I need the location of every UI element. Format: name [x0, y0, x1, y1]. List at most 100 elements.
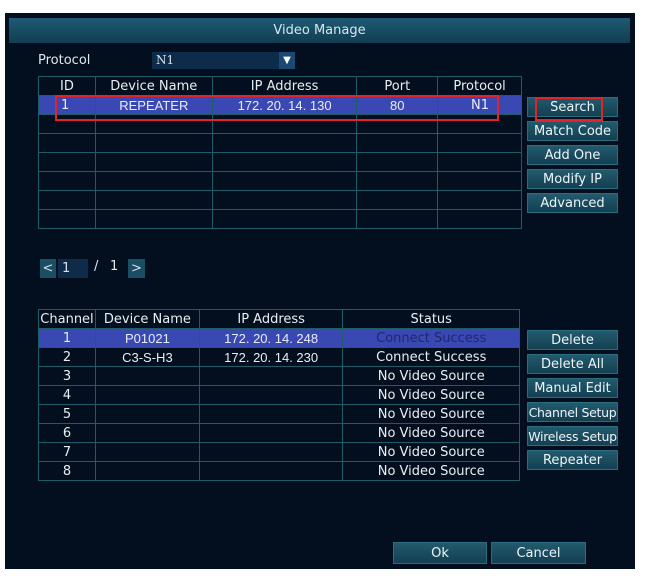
table-cell — [94, 423, 200, 443]
column-header: Channel — [38, 309, 96, 329]
ok-button[interactable]: Ok — [393, 542, 487, 564]
table-cell: 172. 20. 14. 248 — [198, 328, 344, 348]
table-cell — [437, 209, 522, 229]
channel-setup-button[interactable]: Channel Setup — [527, 402, 618, 422]
next-page-button[interactable]: > — [128, 259, 145, 278]
channel-row[interactable]: 5 No Video Source — [38, 404, 520, 424]
channel-row[interactable]: 8 No Video Source — [38, 461, 520, 481]
table-cell — [198, 404, 344, 424]
channel-row[interactable]: 7 No Video Source — [38, 442, 520, 462]
table-cell: C3-S-H3 — [94, 347, 200, 367]
column-header: Status — [342, 309, 520, 329]
table-cell — [198, 423, 344, 443]
table-cell: No Video Source — [342, 442, 520, 462]
advanced-button[interactable]: Advanced — [527, 193, 618, 213]
table-cell — [38, 152, 96, 172]
table-cell — [94, 366, 200, 386]
protocol-label: Protocol — [38, 53, 91, 68]
page-separator: / — [94, 259, 99, 274]
delete-button[interactable]: Delete — [527, 330, 618, 350]
repeater-button[interactable]: Repeater — [527, 450, 618, 470]
table-cell — [198, 366, 344, 386]
table-cell: 8 — [38, 461, 96, 481]
table-cell — [211, 133, 358, 153]
page-input[interactable]: 1 — [58, 259, 88, 278]
manual-edit-button[interactable]: Manual Edit — [527, 378, 618, 398]
column-header: IP Address — [198, 309, 344, 329]
table-cell — [198, 385, 344, 405]
table-cell — [38, 209, 96, 229]
table-cell: 4 — [38, 385, 96, 405]
table-row — [38, 190, 522, 210]
table-cell — [94, 209, 213, 229]
column-header: Device Name — [94, 309, 200, 329]
table-cell — [198, 442, 344, 462]
page-total: 1 — [110, 259, 119, 274]
match-code-button[interactable]: Match Code — [527, 121, 618, 141]
table-cell — [94, 404, 200, 424]
channel-row[interactable]: 3 No Video Source — [38, 366, 520, 386]
cancel-button[interactable]: Cancel — [491, 542, 586, 564]
table-cell: Connect Success — [342, 347, 520, 367]
table-cell — [211, 152, 358, 172]
table-row — [38, 152, 522, 172]
table-cell: No Video Source — [342, 461, 520, 481]
table-cell — [356, 133, 439, 153]
channel-row[interactable]: 1 P01021 172. 20. 14. 248 Connect Success — [38, 328, 520, 348]
table-cell: No Video Source — [342, 423, 520, 443]
channel-row[interactable]: 2 C3-S-H3 172. 20. 14. 230 Connect Success — [38, 347, 520, 367]
table-cell: No Video Source — [342, 404, 520, 424]
table-cell — [94, 385, 200, 405]
table-cell: 7 — [38, 442, 96, 462]
table-cell — [211, 209, 358, 229]
table-cell: No Video Source — [342, 385, 520, 405]
table-cell: 6 — [38, 423, 96, 443]
table-cell — [211, 171, 358, 191]
table-cell — [38, 171, 96, 191]
channel-table: Channel Device Name IP Address Status 1 P0102… — [38, 309, 520, 481]
delete-all-button[interactable]: Delete All — [527, 354, 618, 374]
table-cell — [94, 133, 213, 153]
table-cell — [38, 133, 96, 153]
table-cell — [94, 461, 200, 481]
table-row — [38, 171, 522, 191]
protocol-dropdown[interactable]: N1 ▼ — [152, 52, 295, 69]
table-cell — [356, 152, 439, 172]
table-cell — [94, 171, 213, 191]
column-header: Protocol — [437, 76, 522, 96]
table-row — [38, 209, 522, 229]
table-cell — [94, 190, 213, 210]
table-cell — [356, 190, 439, 210]
chevron-down-icon: ▼ — [279, 52, 295, 69]
table-cell — [437, 152, 522, 172]
prev-page-button[interactable]: < — [40, 259, 56, 278]
table-cell — [437, 190, 522, 210]
table-cell — [211, 190, 358, 210]
table-cell: 3 — [38, 366, 96, 386]
table-cell: 2 — [38, 347, 96, 367]
table-cell: P01021 — [94, 328, 200, 348]
table-cell: Connect Success — [342, 328, 520, 348]
add-one-button[interactable]: Add One — [527, 145, 618, 165]
dialog-title: Video Manage — [9, 18, 630, 43]
highlight-annotation — [55, 95, 499, 121]
channel-row[interactable]: 6 No Video Source — [38, 423, 520, 443]
column-header: Device Name — [94, 76, 213, 96]
table-row — [38, 133, 522, 153]
search-annotation — [535, 97, 603, 121]
channel-row[interactable]: 4 No Video Source — [38, 385, 520, 405]
table-cell — [38, 190, 96, 210]
table-cell — [356, 209, 439, 229]
table-cell — [198, 461, 344, 481]
table-cell — [437, 171, 522, 191]
column-header: ID — [38, 76, 96, 96]
table-cell — [94, 442, 200, 462]
table-cell: 5 — [38, 404, 96, 424]
modify-ip-button[interactable]: Modify IP — [527, 169, 618, 189]
table-cell: 1 — [38, 328, 96, 348]
wireless-setup-button[interactable]: Wireless Setup — [527, 426, 618, 446]
column-header: IP Address — [211, 76, 358, 96]
protocol-value: N1 — [156, 53, 175, 67]
table-cell — [94, 152, 213, 172]
table-cell — [437, 133, 522, 153]
